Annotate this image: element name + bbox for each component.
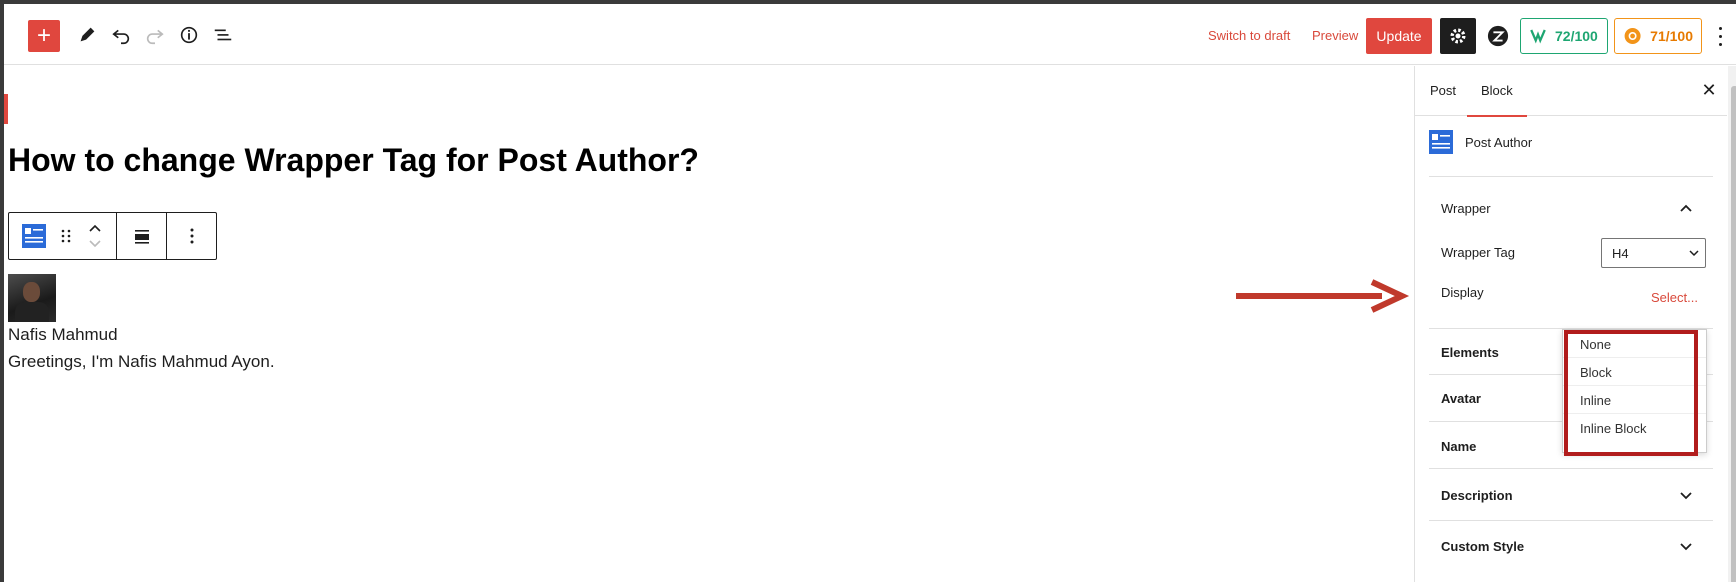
- editor-canvas: How to change Wrapper Tag for Post Autho…: [4, 66, 1410, 582]
- switch-to-draft-button[interactable]: Switch to draft: [1208, 28, 1290, 43]
- block-controls: [9, 213, 117, 259]
- readability-score-button[interactable]: 71/100: [1614, 18, 1702, 54]
- plus-icon: +: [36, 22, 51, 49]
- display-select[interactable]: Select...: [1651, 290, 1698, 305]
- elements-panel-title: Elements: [1441, 345, 1499, 360]
- author-avatar: [8, 274, 56, 322]
- wrapper-panel-title[interactable]: Wrapper: [1441, 201, 1491, 216]
- list-view-icon: [214, 29, 232, 41]
- move-up-down-icon[interactable]: [87, 222, 103, 250]
- wrapper-tag-value: H4: [1612, 246, 1629, 261]
- details-button[interactable]: [172, 18, 206, 52]
- description-panel-title: Description: [1441, 488, 1513, 503]
- update-button[interactable]: Update: [1366, 18, 1432, 54]
- readability-score-icon: [1624, 28, 1641, 44]
- tab-block[interactable]: Block: [1467, 83, 1527, 117]
- block-card: Post Author: [1429, 130, 1532, 154]
- block-name: Post Author: [1465, 134, 1533, 150]
- chevron-down-icon: [1680, 492, 1692, 500]
- block-toolbar: [8, 212, 217, 260]
- plugin-logo-icon: [1487, 25, 1509, 47]
- redo-icon: [146, 29, 164, 45]
- avatar-panel-title: Avatar: [1441, 391, 1481, 406]
- block-settings-sidebar: Post Block ✕ Post Author Wrapper Wrapper…: [1414, 66, 1736, 582]
- preview-button[interactable]: Preview: [1312, 28, 1358, 43]
- annotation-arrow-right: [1236, 279, 1410, 313]
- drag-handle-icon[interactable]: [60, 228, 72, 244]
- undo-button[interactable]: [104, 18, 138, 52]
- redo-button[interactable]: [138, 18, 172, 52]
- plugin-button[interactable]: [1484, 22, 1512, 50]
- sidebar-tabs: Post Block ✕: [1415, 66, 1727, 117]
- post-author-block-icon: [1429, 130, 1453, 154]
- align-icon: [134, 230, 149, 244]
- seo-score-button[interactable]: 72/100: [1520, 18, 1608, 54]
- seo-score-value: 72/100: [1555, 28, 1598, 44]
- chevron-up-icon[interactable]: [1679, 201, 1693, 215]
- info-icon: [180, 26, 198, 44]
- options-menu-button[interactable]: [1712, 24, 1728, 48]
- wrapper-tag-select[interactable]: H4: [1601, 238, 1706, 268]
- top-toolbar: + Switch to draft Preview Update 72/100: [4, 4, 1736, 65]
- custom-style-panel[interactable]: Custom Style: [1429, 520, 1713, 582]
- close-sidebar-button[interactable]: ✕: [1697, 78, 1721, 102]
- author-description: Greetings, I'm Nafis Mahmud Ayon.: [8, 352, 275, 371]
- tools-button[interactable]: [70, 18, 104, 52]
- post-author-block-icon[interactable]: [22, 224, 47, 248]
- more-vertical-icon: [190, 228, 193, 244]
- gear-icon: [1450, 28, 1466, 44]
- block-options-button[interactable]: [167, 213, 216, 259]
- block-indicator: [4, 94, 8, 124]
- editor-window: + Switch to draft Preview Update 72/100: [0, 0, 1736, 582]
- custom-style-panel-title: Custom Style: [1441, 539, 1525, 554]
- undo-icon: [112, 29, 130, 45]
- list-view-button[interactable]: [206, 18, 240, 52]
- chevron-down-icon: [1689, 250, 1699, 257]
- wrapper-tag-label: Wrapper Tag: [1441, 245, 1515, 260]
- align-button[interactable]: [117, 213, 167, 259]
- tab-post[interactable]: Post: [1430, 83, 1456, 98]
- pencil-icon: [80, 27, 95, 42]
- description-panel[interactable]: Description: [1429, 468, 1713, 520]
- settings-button[interactable]: [1440, 18, 1476, 54]
- seo-score-icon: [1530, 29, 1546, 44]
- close-icon: ✕: [1701, 79, 1717, 100]
- author-name: Nafis Mahmud: [8, 325, 118, 344]
- add-block-button[interactable]: +: [28, 20, 60, 52]
- name-panel-title: Name: [1441, 439, 1477, 454]
- display-label: Display: [1441, 285, 1484, 300]
- annotation-highlight-box: [1564, 330, 1698, 456]
- readability-score-value: 71/100: [1650, 28, 1693, 44]
- chevron-down-icon: [1680, 543, 1692, 551]
- sidebar-scrollbar[interactable]: [1728, 66, 1736, 582]
- post-title[interactable]: How to change Wrapper Tag for Post Autho…: [8, 142, 699, 179]
